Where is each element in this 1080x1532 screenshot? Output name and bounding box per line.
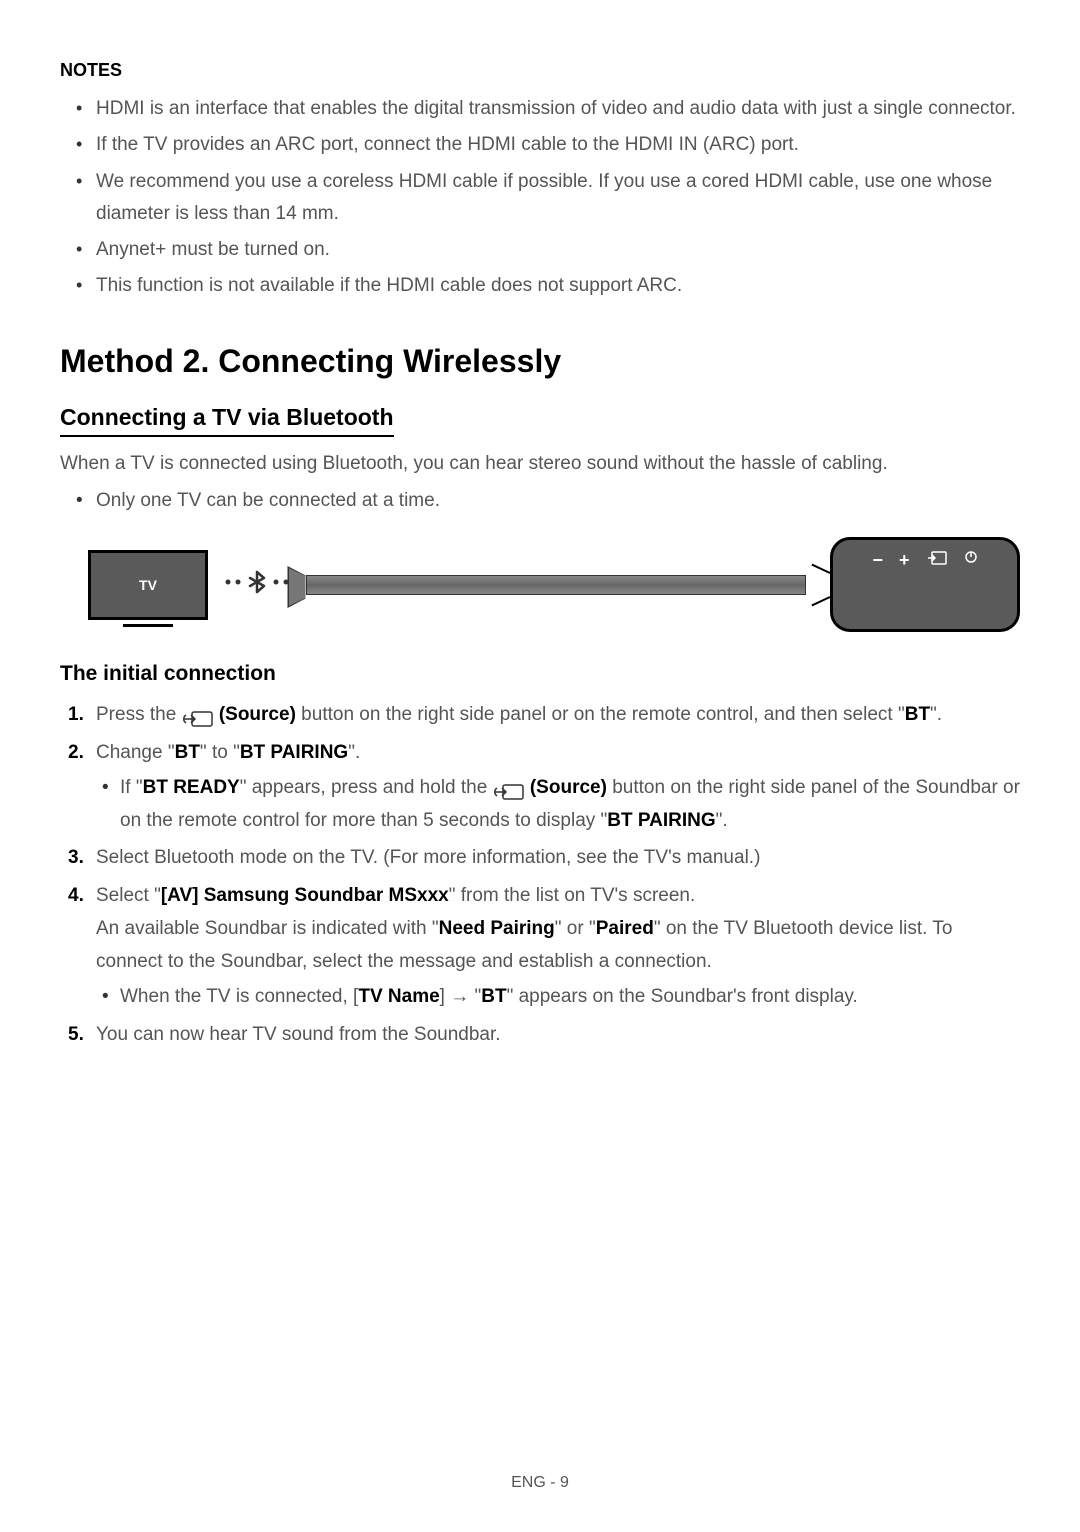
subsection-title: Connecting a TV via Bluetooth bbox=[60, 404, 394, 437]
step-text: Change " bbox=[96, 742, 175, 763]
source-icon bbox=[182, 706, 214, 724]
step-item: Change "BT" to "BT PAIRING". If "BT READ… bbox=[96, 736, 1020, 838]
list-item: If the TV provides an ARC port, connect … bbox=[96, 129, 1020, 161]
step-text: Press the bbox=[96, 704, 182, 725]
step-text: " to " bbox=[200, 742, 240, 763]
plus-icon: + bbox=[899, 550, 910, 571]
step-bold: BT bbox=[481, 986, 506, 1007]
soundbar-icon bbox=[306, 575, 806, 595]
bluetooth-icon bbox=[222, 570, 292, 600]
step-text: " appears on the Soundbar's front displa… bbox=[507, 986, 858, 1007]
list-item: This function is not available if the HD… bbox=[96, 270, 1020, 302]
minus-icon: − bbox=[872, 550, 883, 571]
tv-label: TV bbox=[139, 577, 157, 593]
list-item: Only one TV can be connected at a time. bbox=[96, 485, 1020, 517]
step-bold: Need Pairing bbox=[439, 918, 555, 939]
step-text: button on the right side panel or on the… bbox=[296, 704, 905, 725]
source-icon bbox=[493, 779, 525, 797]
control-panel-icon: − + bbox=[830, 537, 1020, 632]
sub-list: Only one TV can be connected at a time. bbox=[60, 485, 1020, 517]
list-item: If "BT READY" appears, press and hold th… bbox=[120, 771, 1020, 838]
nested-list: When the TV is connected, [TV Name] → "B… bbox=[96, 980, 1020, 1013]
step-text: " from the list on TV's screen. bbox=[449, 885, 696, 906]
step-item: Select Bluetooth mode on the TV. (For mo… bbox=[96, 841, 1020, 874]
power-icon bbox=[964, 550, 978, 567]
connection-diagram: TV − + bbox=[88, 537, 1020, 632]
step-text: An available Soundbar is indicated with … bbox=[96, 918, 439, 939]
step-text: Select " bbox=[96, 885, 161, 906]
step-text: " appears, press and hold the bbox=[240, 777, 493, 798]
description-text: When a TV is connected using Bluetooth, … bbox=[60, 449, 1020, 479]
list-item: We recommend you use a coreless HDMI cab… bbox=[96, 166, 1020, 231]
tv-icon: TV bbox=[88, 550, 208, 620]
tv-stand-icon bbox=[123, 621, 173, 627]
step-text: ". bbox=[348, 742, 360, 763]
list-item: HDMI is an interface that enables the di… bbox=[96, 93, 1020, 125]
method-title: Method 2. Connecting Wirelessly bbox=[60, 343, 1020, 380]
step-text: " or " bbox=[555, 918, 596, 939]
list-item: When the TV is connected, [TV Name] → "B… bbox=[120, 980, 1020, 1013]
step-text: ". bbox=[716, 810, 728, 831]
steps-list: Press the (Source) button on the right s… bbox=[60, 698, 1020, 1051]
step-text: When the TV is connected, [ bbox=[120, 986, 358, 1007]
step-bold: (Source) bbox=[525, 777, 607, 798]
connector-icon bbox=[810, 584, 830, 586]
step-text: ] → " bbox=[440, 986, 482, 1007]
step-bold: BT READY bbox=[143, 777, 240, 798]
notes-header: NOTES bbox=[60, 60, 1020, 81]
notes-section: NOTES HDMI is an interface that enables … bbox=[60, 60, 1020, 303]
initial-connection-heading: The initial connection bbox=[60, 662, 1020, 686]
step-bold: TV Name bbox=[358, 986, 439, 1007]
step-text: ". bbox=[930, 704, 942, 725]
step-item: You can now hear TV sound from the Sound… bbox=[96, 1018, 1020, 1051]
step-bold: BT bbox=[905, 704, 930, 725]
step-item: Select "[AV] Samsung Soundbar MSxxx" fro… bbox=[96, 879, 1020, 1014]
step-item: Press the (Source) button on the right s… bbox=[96, 698, 1020, 731]
notes-list: HDMI is an interface that enables the di… bbox=[60, 93, 1020, 303]
step-bold: BT PAIRING bbox=[240, 742, 348, 763]
step-bold: [AV] Samsung Soundbar MSxxx bbox=[161, 885, 449, 906]
list-item: Anynet+ must be turned on. bbox=[96, 234, 1020, 266]
step-bold: (Source) bbox=[214, 704, 296, 725]
page-footer: ENG - 9 bbox=[0, 1474, 1080, 1492]
step-text: If " bbox=[120, 777, 143, 798]
source-icon bbox=[926, 550, 948, 571]
step-bold: Paired bbox=[596, 918, 654, 939]
step-bold: BT bbox=[175, 742, 200, 763]
step-bold: BT PAIRING bbox=[607, 810, 715, 831]
nested-list: If "BT READY" appears, press and hold th… bbox=[96, 771, 1020, 838]
